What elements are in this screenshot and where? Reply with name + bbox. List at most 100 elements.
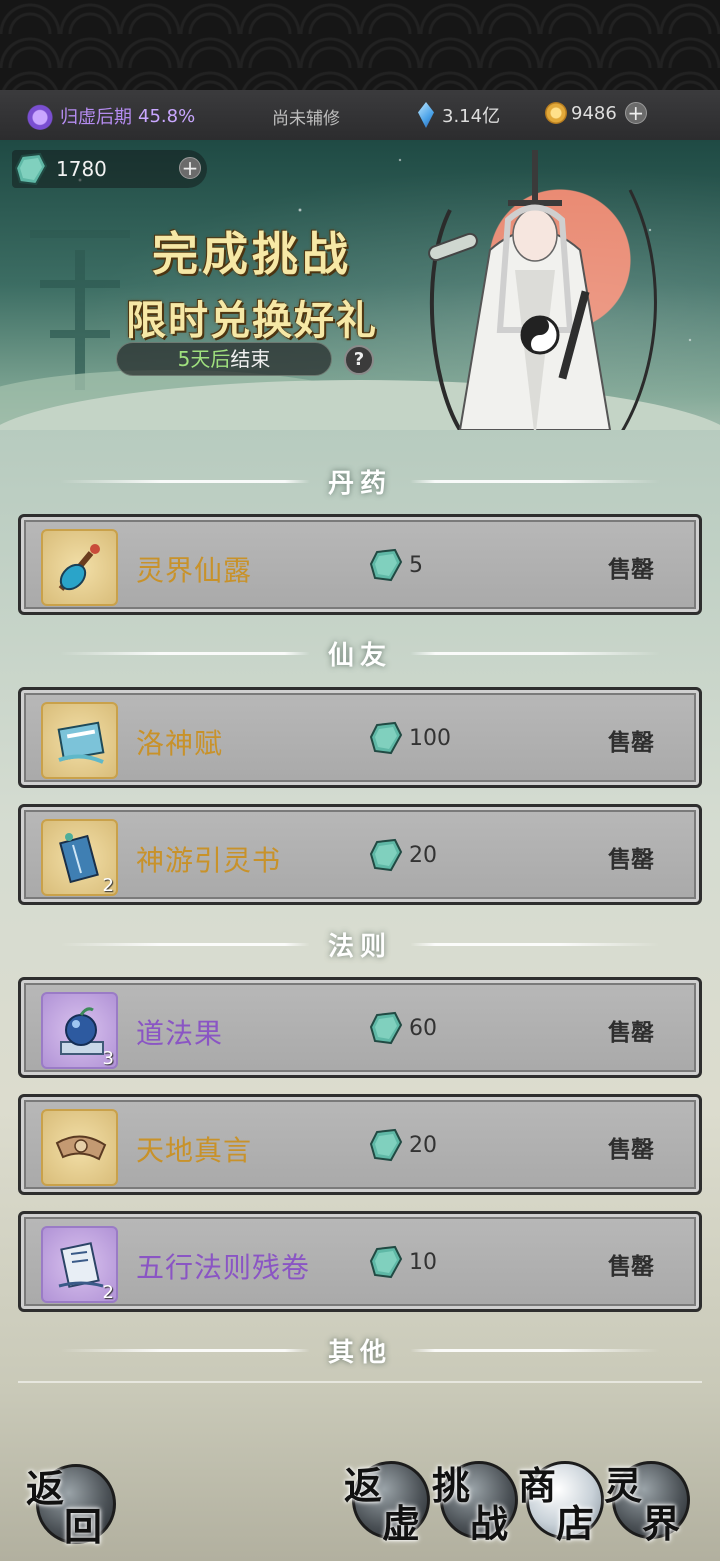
section-title: 其他: [327, 1337, 392, 1368]
event-title-line1: 完成挑战: [152, 227, 352, 281]
shop-item-row[interactable]: 3 道法果 60 售罄: [18, 977, 702, 1078]
timer-suffix: 结束: [230, 347, 271, 371]
nav-spirit-realm-button[interactable]: 灵 界: [604, 1455, 690, 1546]
section-divider-right: [410, 942, 660, 946]
jade-token-icon: [369, 1245, 403, 1279]
jade-token-icon: [14, 152, 48, 186]
sage-character-illustration: [428, 150, 657, 440]
sold-out-label: 售罄: [608, 557, 654, 583]
list-divider: [18, 1381, 702, 1383]
sold-out-label: 售罄: [608, 1137, 654, 1163]
item-price: 10: [369, 1245, 437, 1279]
item-price-value: 60: [409, 1015, 437, 1041]
item-quantity: 2: [102, 1282, 114, 1303]
shop-item-row[interactable]: 洛神赋 100 售罄: [18, 687, 702, 788]
section-divider-left: [60, 651, 310, 655]
section-header-companions: 仙友: [0, 633, 720, 673]
nav-char-2: 店: [556, 1501, 595, 1546]
item-name: 洛神赋: [136, 727, 224, 760]
sold-out-label: 售罄: [608, 847, 654, 873]
realm-icon: [26, 102, 54, 130]
section-divider-left: [60, 479, 310, 483]
nav-char-2: 界: [642, 1501, 681, 1546]
back-button[interactable]: 返 回: [26, 1458, 116, 1549]
coin-currency: 9486 +: [545, 102, 647, 124]
crystal-amount: 3.14亿: [442, 106, 501, 127]
section-title: 法则: [327, 931, 392, 962]
sold-out-label: 售罄: [608, 1020, 654, 1046]
nav-char-2: 虚: [382, 1501, 421, 1546]
book-icon: [57, 721, 105, 764]
item-price: 20: [369, 838, 437, 872]
item-name: 五行法则残卷: [136, 1251, 311, 1284]
crystal-currency: 3.14亿: [418, 102, 500, 128]
item-icon-frame: [41, 529, 118, 606]
jade-token-icon: [369, 1011, 403, 1045]
add-coins-button[interactable]: +: [624, 102, 647, 124]
item-price: 20: [369, 1128, 437, 1162]
section-title: 仙友: [327, 640, 392, 671]
shop-item-row[interactable]: 天地真言 20 售罄: [18, 1094, 702, 1195]
nav-shop-button[interactable]: 商 店: [518, 1455, 604, 1546]
nav-challenge-button[interactable]: 挑 战: [432, 1455, 518, 1546]
top-pattern-band: [0, 0, 720, 90]
section-divider-right: [410, 651, 660, 655]
event-banner: 1780 + 完成挑战 限时兑换好礼 5天后结束 ?: [0, 140, 720, 460]
jade-token-icon: [369, 1128, 403, 1162]
section-header-pills: 丹药: [0, 461, 720, 501]
shop-item-row[interactable]: 灵界仙露 5 售罄: [18, 514, 702, 615]
event-title-line2: 限时兑换好礼: [126, 297, 378, 344]
jade-token-icon: [369, 838, 403, 872]
item-price: 60: [369, 1011, 437, 1045]
item-price-value: 20: [409, 1132, 437, 1158]
item-icon-frame: 2: [41, 1226, 118, 1303]
nav-char-1: 返: [344, 1463, 383, 1508]
event-title: 完成挑战 限时兑换好礼: [102, 218, 402, 346]
section-divider-left: [60, 1348, 310, 1352]
item-price-value: 20: [409, 842, 437, 868]
realm-progress: 45.8%: [138, 105, 196, 127]
item-quantity: 2: [102, 875, 114, 896]
section-divider-right: [410, 479, 660, 483]
nav-char-1: 灵: [604, 1463, 643, 1508]
nav-char-2: 战: [470, 1501, 509, 1546]
assist-status[interactable]: 尚未辅修: [272, 104, 340, 129]
item-price: 5: [369, 548, 423, 582]
jade-token-icon: [369, 548, 403, 582]
back-char-1: 返: [26, 1466, 65, 1511]
back-char-2: 回: [64, 1504, 103, 1549]
ribbon-icon: [55, 1135, 107, 1161]
event-timer: 5天后结束: [116, 342, 332, 376]
item-name: 神游引灵书: [136, 844, 282, 877]
item-icon-frame: [41, 702, 118, 779]
help-button[interactable]: ?: [344, 345, 374, 375]
item-name: 道法果: [136, 1017, 224, 1050]
realm-name: 归虚后期: [60, 107, 132, 128]
timer-days: 5天后: [177, 347, 231, 371]
item-price-value: 100: [409, 725, 451, 751]
sold-out-label: 售罄: [608, 1254, 654, 1280]
nav-char-1: 挑: [432, 1463, 471, 1508]
nav-char-1: 商: [518, 1463, 557, 1508]
add-jade-button[interactable]: +: [179, 157, 201, 179]
nav-return-void-button[interactable]: 返 虚: [344, 1455, 430, 1546]
coin-icon: [545, 102, 567, 124]
shop-item-row[interactable]: 2 神游引灵书 20 售罄: [18, 804, 702, 905]
item-name: 天地真言: [136, 1134, 253, 1167]
item-price-value: 10: [409, 1249, 437, 1275]
item-quantity: 3: [102, 1048, 114, 1069]
shop-item-row[interactable]: 2 五行法则残卷 10 售罄: [18, 1211, 702, 1312]
jade-balance-value: 1780: [56, 157, 107, 181]
item-price-value: 5: [409, 552, 423, 578]
jade-token-balance: 1780 +: [12, 150, 207, 188]
section-header-laws: 法则: [0, 924, 720, 964]
item-icon-frame: [41, 1109, 118, 1186]
jade-token-icon: [369, 721, 403, 755]
resource-bar: 归虚后期 45.8% 尚未辅修 3.14亿 9486 +: [0, 90, 720, 140]
section-divider-left: [60, 942, 310, 946]
potion-icon: [58, 544, 100, 591]
section-divider-right: [410, 1348, 660, 1352]
section-title: 丹药: [327, 468, 392, 499]
coin-amount: 9486: [571, 102, 617, 124]
realm-indicator[interactable]: 归虚后期 45.8%: [26, 102, 195, 130]
